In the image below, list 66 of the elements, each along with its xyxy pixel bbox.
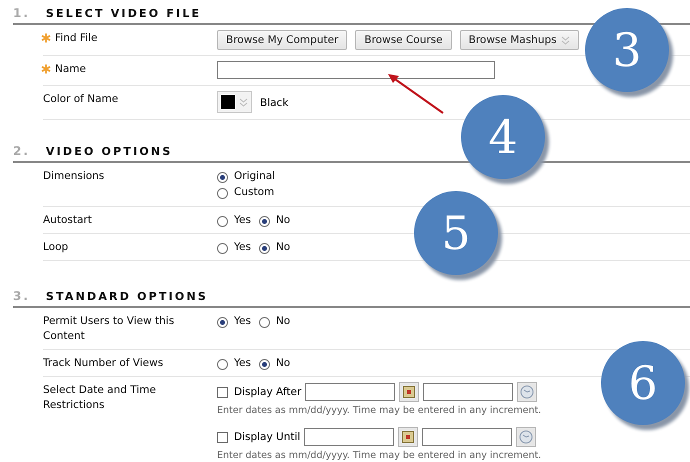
field-label: Dimensions xyxy=(43,169,106,184)
option-label: Original xyxy=(234,170,276,182)
option-label: No xyxy=(276,214,290,226)
section-title: STANDARD OPTIONS xyxy=(46,290,208,302)
radio-button[interactable] xyxy=(217,172,228,183)
field-label: Track Number of Views xyxy=(43,356,164,371)
date-input[interactable] xyxy=(305,383,396,401)
radio-button[interactable] xyxy=(217,216,228,227)
clock-button[interactable] xyxy=(516,427,536,447)
section-title: SELECT VIDEO FILE xyxy=(46,6,202,20)
calendar-button[interactable] xyxy=(398,427,418,447)
color-value: Black xyxy=(260,97,288,109)
field-label: Permit Users to View this Content xyxy=(43,314,176,344)
browse-button[interactable]: Browse My Computer xyxy=(217,30,348,50)
radio-button[interactable] xyxy=(217,243,228,254)
field-label: Find File xyxy=(55,31,98,46)
calendar-icon xyxy=(403,386,416,398)
time-input[interactable] xyxy=(423,383,514,401)
callout-number: 6 xyxy=(601,341,685,425)
section-title: VIDEO OPTIONS xyxy=(46,144,172,158)
callout-number: 4 xyxy=(461,95,545,179)
clock-icon xyxy=(520,385,534,399)
field-label: Autostart xyxy=(43,213,93,228)
color-picker[interactable] xyxy=(217,91,252,113)
option-label: No xyxy=(276,240,290,252)
field-label: Select Date and Time Restrictions xyxy=(43,383,157,413)
option-label: Yes xyxy=(234,240,251,252)
radio-button[interactable] xyxy=(258,359,270,370)
field-label: Name xyxy=(55,62,87,77)
option-label: No xyxy=(276,314,290,326)
hint-text: Enter dates as mm/dd/yyyy. Time may be entered in any increment. xyxy=(217,450,542,461)
radio-button[interactable] xyxy=(258,317,270,328)
caret-icon xyxy=(239,98,248,106)
option-label: Custom xyxy=(234,186,274,198)
checkbox[interactable] xyxy=(217,386,228,398)
section-number: 2. xyxy=(13,144,30,158)
clock-icon xyxy=(519,430,534,444)
calendar-icon xyxy=(402,431,414,443)
option-label: Yes xyxy=(234,314,251,326)
browse-button[interactable]: Browse Mashups xyxy=(460,30,579,50)
field-label: Loop xyxy=(43,240,70,255)
section-number: 1. xyxy=(13,6,30,20)
option-label: Yes xyxy=(234,356,251,368)
option-label: No xyxy=(276,356,290,368)
checkbox-label: Display After xyxy=(234,386,302,398)
callout-number: 5 xyxy=(414,191,498,275)
checkbox-label: Display Until xyxy=(234,431,300,443)
option-label: Yes xyxy=(234,214,251,226)
calendar-button[interactable] xyxy=(399,382,420,402)
radio-button[interactable] xyxy=(217,317,228,328)
radio-button[interactable] xyxy=(258,216,270,227)
callout-number: 3 xyxy=(585,8,669,92)
hint-text: Enter dates as mm/dd/yyyy. Time may be entered in any increment. xyxy=(217,405,542,416)
date-input[interactable] xyxy=(304,428,394,446)
arrow-icon xyxy=(386,72,446,116)
caret-icon xyxy=(560,36,570,44)
name-input[interactable] xyxy=(217,61,495,79)
field-label: Color of Name xyxy=(43,92,120,107)
checkbox[interactable] xyxy=(217,432,228,442)
radio-button[interactable] xyxy=(258,243,270,254)
section-number: 3. xyxy=(13,289,30,303)
browse-button[interactable]: Browse Course xyxy=(355,30,452,50)
radio-button[interactable] xyxy=(217,359,228,370)
radio-button[interactable] xyxy=(217,188,228,199)
clock-button[interactable] xyxy=(517,382,538,402)
time-input[interactable] xyxy=(422,428,512,446)
